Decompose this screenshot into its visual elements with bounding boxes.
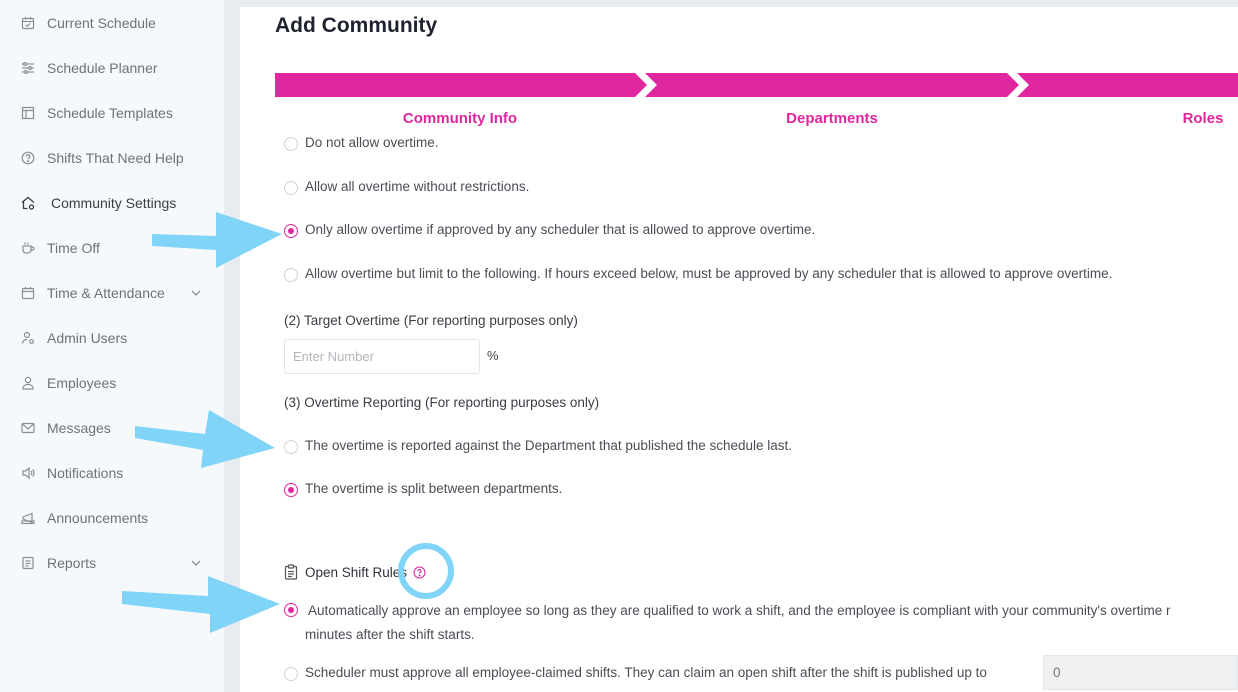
sidebar-item-label: Employees <box>47 375 117 391</box>
stepper-mask <box>240 128 1238 137</box>
sidebar-item-label: Reports <box>47 555 97 571</box>
radio-button-selected[interactable] <box>284 483 298 497</box>
sidebar-item-time-off[interactable]: Time Off <box>20 236 100 260</box>
open-shift-option-auto-clip: Automatically approve an employee so lon… <box>240 598 1238 650</box>
option-label: Automatically approve an employee so lon… <box>308 603 1171 618</box>
chevron-down-icon[interactable] <box>189 286 203 300</box>
page-title: Add Community <box>275 14 438 37</box>
calendar-icon <box>20 285 36 301</box>
user-icon <box>20 375 36 391</box>
sidebar-item-shifts-need-help[interactable]: Shifts That Need Help <box>20 146 184 170</box>
sidebar-item-time-attendance[interactable]: Time & Attendance <box>20 281 215 305</box>
calendar-check-icon <box>20 15 36 31</box>
sidebar-item-label: Shifts That Need Help <box>47 150 184 166</box>
step-label-departments[interactable]: Departments <box>712 110 952 127</box>
sidebar-item-notifications[interactable]: Notifications <box>20 461 123 485</box>
overtime-option-disallow[interactable]: Do not allow overtime. <box>284 135 439 151</box>
radio-button-selected[interactable] <box>284 224 298 238</box>
progress-stepper <box>275 73 1238 97</box>
radio-button[interactable] <box>284 268 298 282</box>
sidebar-item-label: Notifications <box>47 465 124 481</box>
claim-minutes-input[interactable]: 0 <box>1043 655 1238 690</box>
radio-button[interactable] <box>284 137 298 151</box>
sidebar-item-reports[interactable]: Reports <box>20 551 215 575</box>
step-bar-roles[interactable] <box>1017 73 1238 97</box>
chevron-down-icon[interactable] <box>189 556 203 570</box>
sidebar-item-label: Messages <box>47 420 111 436</box>
reporting-option-split[interactable]: The overtime is split between department… <box>284 481 562 497</box>
report-icon <box>20 555 36 571</box>
user-cog-icon <box>20 330 36 346</box>
open-shift-option-auto[interactable]: Automatically approve an employee so lon… <box>284 601 1171 642</box>
sidebar-item-current-schedule[interactable]: Current Schedule <box>20 11 156 35</box>
template-icon <box>20 105 36 121</box>
sidebar-item-label: Schedule Templates <box>47 105 173 121</box>
sidebar-item-schedule-planner[interactable]: Schedule Planner <box>20 56 158 80</box>
option-label: Scheduler must approve all employee-clai… <box>305 665 987 680</box>
sidebar-item-messages[interactable]: Messages <box>20 416 111 440</box>
sidebar-item-schedule-templates[interactable]: Schedule Templates <box>20 101 173 125</box>
option-label-continued: minutes after the shift starts. <box>305 627 475 642</box>
annotation-arrow <box>122 576 280 633</box>
sidebar-item-label: Schedule Planner <box>47 60 158 76</box>
step-bar-community-info[interactable] <box>275 73 647 97</box>
help-circle-icon <box>20 150 36 166</box>
overtime-option-allow-all[interactable]: Allow all overtime without restrictions. <box>284 179 529 195</box>
sidebar-item-label: Current Schedule <box>47 15 156 31</box>
sliders-icon <box>20 60 36 76</box>
open-shift-title: Open Shift Rules <box>305 564 408 580</box>
sidebar-item-employees[interactable]: Employees <box>20 371 116 395</box>
radio-button[interactable] <box>284 440 298 454</box>
annotation-arrow <box>135 410 275 468</box>
sidebar-item-admin-users[interactable]: Admin Users <box>20 326 127 350</box>
speaker-icon <box>20 465 36 481</box>
radio-button-selected[interactable] <box>284 603 298 617</box>
megaphone-icon <box>20 510 36 526</box>
target-overtime-label: (2) Target Overtime (For reporting purpo… <box>284 313 578 328</box>
percent-unit: % <box>487 348 499 363</box>
sidebar-item-label: Announcements <box>47 510 149 526</box>
overtime-option-approved-only[interactable]: Only allow overtime if approved by any s… <box>284 222 815 238</box>
overtime-option-limit[interactable]: Allow overtime but limit to the followin… <box>284 266 1112 282</box>
sidebar-item-label: Time & Attendance <box>47 285 165 301</box>
option-label: The overtime is reported against the Dep… <box>305 438 793 453</box>
option-label: Only allow overtime if approved by any s… <box>305 222 816 237</box>
coffee-cup-icon <box>20 240 36 256</box>
target-overtime-input[interactable] <box>284 339 480 374</box>
overtime-reporting-label: (3) Overtime Reporting (For reporting pu… <box>284 395 600 410</box>
clipboard-icon <box>284 564 298 580</box>
open-shift-option-manual[interactable]: Scheduler must approve all employee-clai… <box>284 665 987 681</box>
radio-button[interactable] <box>284 181 298 195</box>
radio-button[interactable] <box>284 667 298 681</box>
option-label: The overtime is split between department… <box>305 481 563 496</box>
option-label: Do not allow overtime. <box>305 135 439 150</box>
sidebar-item-announcements[interactable]: Announcements <box>20 506 148 530</box>
sidebar-item-label: Admin Users <box>47 330 128 346</box>
step-label-community-info[interactable]: Community Info <box>340 110 580 127</box>
house-settings-icon <box>20 195 36 211</box>
option-label: Allow all overtime without restrictions. <box>305 179 530 194</box>
annotation-arrow <box>152 212 282 268</box>
reporting-option-last-department[interactable]: The overtime is reported against the Dep… <box>284 438 792 454</box>
step-label-roles[interactable]: Roles <box>1083 110 1238 127</box>
step-bar-departments[interactable] <box>645 73 1019 97</box>
sidebar-item-label: Time Off <box>47 240 100 256</box>
option-label: Allow overtime but limit to the followin… <box>305 266 1113 281</box>
envelope-icon <box>20 420 36 436</box>
highlight-circle <box>398 543 454 599</box>
